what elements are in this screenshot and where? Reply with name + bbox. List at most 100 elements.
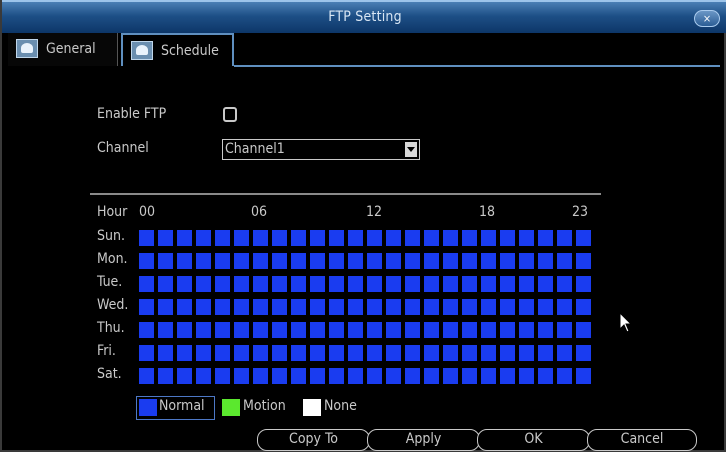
- cancel-button[interactable]: Cancel: [587, 429, 697, 451]
- schedule-cell[interactable]: [462, 299, 477, 315]
- schedule-cell[interactable]: [576, 276, 591, 292]
- schedule-cell[interactable]: [158, 322, 173, 338]
- schedule-cell[interactable]: [405, 345, 420, 361]
- schedule-cell[interactable]: [424, 322, 439, 338]
- schedule-cell[interactable]: [310, 368, 325, 384]
- schedule-cell[interactable]: [329, 345, 344, 361]
- schedule-cell[interactable]: [462, 230, 477, 246]
- schedule-cell[interactable]: [405, 253, 420, 269]
- schedule-cell[interactable]: [196, 253, 211, 269]
- schedule-cell[interactable]: [272, 230, 287, 246]
- schedule-cell[interactable]: [538, 345, 553, 361]
- apply-button[interactable]: Apply: [367, 429, 480, 451]
- schedule-cell[interactable]: [348, 253, 363, 269]
- schedule-cell[interactable]: [500, 322, 515, 338]
- schedule-cell[interactable]: [158, 345, 173, 361]
- schedule-cell[interactable]: [158, 230, 173, 246]
- schedule-cell[interactable]: [310, 299, 325, 315]
- schedule-cell[interactable]: [462, 322, 477, 338]
- schedule-cell[interactable]: [538, 230, 553, 246]
- ok-button[interactable]: OK: [477, 429, 590, 451]
- schedule-cell[interactable]: [424, 276, 439, 292]
- schedule-cell[interactable]: [310, 253, 325, 269]
- schedule-cell[interactable]: [462, 276, 477, 292]
- schedule-cell[interactable]: [215, 345, 230, 361]
- schedule-cell[interactable]: [538, 299, 553, 315]
- schedule-cell[interactable]: [234, 253, 249, 269]
- schedule-cell[interactable]: [386, 322, 401, 338]
- schedule-cell[interactable]: [310, 230, 325, 246]
- legend-normal-swatch[interactable]: [139, 399, 157, 416]
- schedule-cell[interactable]: [291, 345, 306, 361]
- schedule-cell[interactable]: [215, 253, 230, 269]
- schedule-cell[interactable]: [519, 230, 534, 246]
- schedule-cell[interactable]: [158, 299, 173, 315]
- schedule-cell[interactable]: [196, 276, 211, 292]
- schedule-cell[interactable]: [538, 368, 553, 384]
- schedule-cell[interactable]: [519, 276, 534, 292]
- schedule-cell[interactable]: [500, 368, 515, 384]
- schedule-cell[interactable]: [177, 299, 192, 315]
- schedule-cell[interactable]: [196, 322, 211, 338]
- schedule-cell[interactable]: [481, 230, 496, 246]
- schedule-cell[interactable]: [500, 345, 515, 361]
- schedule-cell[interactable]: [139, 276, 154, 292]
- schedule-cell[interactable]: [405, 230, 420, 246]
- schedule-cell[interactable]: [405, 368, 420, 384]
- schedule-cell[interactable]: [481, 368, 496, 384]
- schedule-cell[interactable]: [310, 345, 325, 361]
- schedule-cell[interactable]: [576, 253, 591, 269]
- schedule-cell[interactable]: [386, 299, 401, 315]
- schedule-cell[interactable]: [557, 345, 572, 361]
- schedule-cell[interactable]: [386, 368, 401, 384]
- schedule-cell[interactable]: [158, 368, 173, 384]
- schedule-cell[interactable]: [462, 345, 477, 361]
- schedule-cell[interactable]: [386, 253, 401, 269]
- schedule-cell[interactable]: [177, 345, 192, 361]
- schedule-cell[interactable]: [253, 322, 268, 338]
- schedule-cell[interactable]: [196, 368, 211, 384]
- schedule-cell[interactable]: [272, 322, 287, 338]
- schedule-cell[interactable]: [481, 345, 496, 361]
- schedule-cell[interactable]: [291, 368, 306, 384]
- schedule-cell[interactable]: [443, 368, 458, 384]
- schedule-cell[interactable]: [519, 345, 534, 361]
- schedule-cell[interactable]: [310, 276, 325, 292]
- channel-select[interactable]: Channel1: [222, 139, 420, 160]
- schedule-cell[interactable]: [519, 253, 534, 269]
- schedule-cell[interactable]: [253, 253, 268, 269]
- schedule-cell[interactable]: [424, 253, 439, 269]
- schedule-cell[interactable]: [481, 322, 496, 338]
- schedule-cell[interactable]: [386, 230, 401, 246]
- schedule-cell[interactable]: [329, 230, 344, 246]
- schedule-cell[interactable]: [557, 253, 572, 269]
- schedule-cell[interactable]: [481, 253, 496, 269]
- schedule-cell[interactable]: [443, 299, 458, 315]
- schedule-cell[interactable]: [253, 276, 268, 292]
- schedule-cell[interactable]: [500, 276, 515, 292]
- schedule-cell[interactable]: [576, 299, 591, 315]
- schedule-cell[interactable]: [443, 276, 458, 292]
- schedule-cell[interactable]: [329, 322, 344, 338]
- schedule-cell[interactable]: [196, 345, 211, 361]
- schedule-cell[interactable]: [386, 276, 401, 292]
- schedule-cell[interactable]: [538, 276, 553, 292]
- schedule-cell[interactable]: [443, 230, 458, 246]
- schedule-cell[interactable]: [272, 345, 287, 361]
- schedule-cell[interactable]: [367, 276, 382, 292]
- schedule-cell[interactable]: [519, 299, 534, 315]
- copy-to-button[interactable]: Copy To: [257, 429, 370, 451]
- schedule-cell[interactable]: [291, 322, 306, 338]
- schedule-cell[interactable]: [348, 299, 363, 315]
- schedule-cell[interactable]: [177, 368, 192, 384]
- schedule-cell[interactable]: [215, 299, 230, 315]
- schedule-cell[interactable]: [405, 299, 420, 315]
- schedule-cell[interactable]: [519, 322, 534, 338]
- schedule-cell[interactable]: [196, 299, 211, 315]
- schedule-cell[interactable]: [253, 230, 268, 246]
- schedule-cell[interactable]: [348, 322, 363, 338]
- schedule-cell[interactable]: [139, 253, 154, 269]
- schedule-cell[interactable]: [234, 322, 249, 338]
- tab-general[interactable]: General: [8, 33, 118, 66]
- schedule-cell[interactable]: [538, 322, 553, 338]
